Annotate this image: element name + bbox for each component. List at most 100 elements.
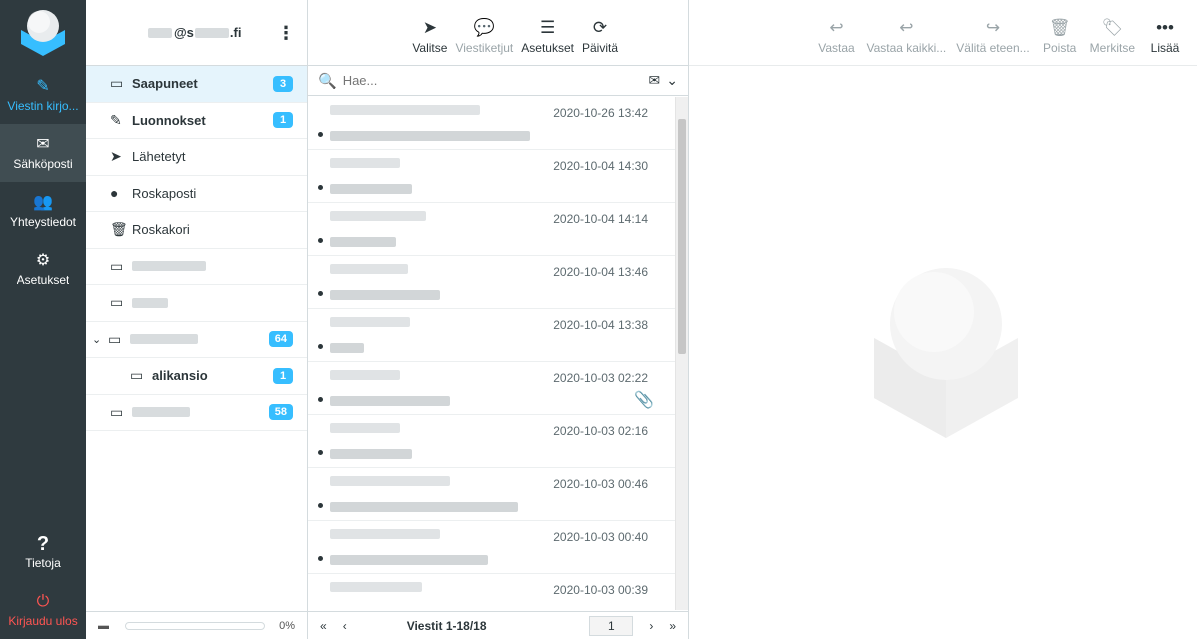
nav-compose[interactable]: ✎ Viestin kirjo... [0,66,86,124]
message-date: 2020-10-03 02:22 [553,371,648,385]
empty-preview-logo [874,266,1018,443]
gear-icon: ⚙ [35,251,51,269]
prev-page-icon[interactable]: ‹ [343,619,347,633]
refresh-label: Päivitä [581,41,618,55]
roundcube-logo[interactable] [0,0,86,66]
storage-icon: ▬ [98,619,109,632]
search-bar: 🔍 ✉ ⌄ [308,66,688,96]
list-options-button[interactable]: ☰ Asetukset [521,18,574,55]
forward-icon: ↪ [985,18,1001,37]
message-row[interactable]: 2020-10-03 02:16 [308,415,676,468]
threads-button[interactable]: 💬 Viestiketjut [455,18,513,55]
message-row[interactable]: 2020-10-03 02:22 📎 [308,362,676,415]
message-row[interactable]: 2020-10-03 00:46 [308,468,676,521]
folder-custom-4[interactable]: ▭ 58 [86,395,307,431]
nav-logout[interactable]: ⏻ Kirjaudu ulos [0,581,86,639]
quota-footer: ▬ 0% [86,611,307,639]
unread-dot [318,185,323,190]
nav-settings-label: Asetukset [16,272,70,287]
folder-custom-1[interactable]: ▭ [86,249,307,285]
reply-button[interactable]: ↩ Vastaa [816,18,856,55]
chevron-down-icon[interactable]: ⌄ [666,72,678,89]
paperclip-icon: 📎 [634,392,654,409]
last-page-icon[interactable]: » [669,619,676,633]
message-date: 2020-10-03 00:39 [553,583,648,597]
unread-badge: 64 [268,331,293,348]
nav-contacts-label: Yhteystiedot [9,214,77,229]
redacted-sender [330,423,400,433]
page-number-input[interactable]: 1 [589,615,634,636]
message-toolbar: ↩ Vastaa ↩ Vastaa kaikki... ↪ Välitä ete… [689,0,1197,66]
message-row[interactable]: 2020-10-03 00:40 [308,521,676,574]
delete-button[interactable]: 🗑 Poista [1040,18,1080,55]
next-page-icon[interactable]: › [649,619,653,633]
trash-icon: 🗑 [1048,18,1071,37]
redacted-sender [330,105,480,115]
message-date: 2020-10-04 13:46 [553,265,648,279]
folder-sent[interactable]: ➤ Lähetetyt [86,139,307,176]
folder-drafts[interactable]: ✎ Luonnokset 1 [86,103,307,139]
redacted-folder-name [132,261,206,272]
search-input[interactable] [342,73,643,88]
message-row[interactable]: 2020-10-04 13:38 [308,309,676,362]
chevron-down-icon[interactable]: ⌄ [92,333,108,346]
select-button[interactable]: ➤ Valitse [412,18,447,55]
folder-inbox[interactable]: ▭ Saapuneet 3 [86,66,307,103]
message-row[interactable]: 2020-10-04 14:14 [308,203,676,256]
folder-subfolder[interactable]: ▭ alikansio 1 [86,358,307,395]
nav-logout-label: Kirjaudu ulos [8,613,78,628]
unread-dot [318,132,323,137]
folder-junk[interactable]: ● Roskaposti [86,176,307,212]
nav-about-label: Tietoja [25,555,61,570]
select-label: Valitse [412,41,448,55]
reply-label: Vastaa [818,41,855,55]
scrollbar-thumb[interactable] [678,119,686,354]
nav-contacts[interactable]: 👥 Yhteystiedot [0,182,86,240]
paper-plane-icon: ➤ [110,148,122,165]
reply-all-button[interactable]: ↩ Vastaa kaikki... [866,18,946,55]
list-options-label: Asetukset [521,41,574,55]
mark-button[interactable]: 🏷 Merkitse [1090,18,1135,55]
main-nav: ✎ Viestin kirjo... ✉ Sähköposti 👥 Yhteys… [0,0,86,639]
account-menu-icon[interactable]: ⋮ [277,24,295,42]
folder-trash[interactable]: 🗑 Roskakori [86,212,307,249]
more-button[interactable]: ••• Lisää [1145,18,1185,55]
contacts-icon: 👥 [33,193,53,211]
nav-mail[interactable]: ✉ Sähköposti [0,124,86,182]
refresh-button[interactable]: ⟳ Päivitä [582,18,618,55]
forward-button[interactable]: ↪ Välitä eteen... [956,18,1029,55]
question-icon: ? [36,532,50,555]
message-list-pane: ➤ Valitse 💬 Viestiketjut ☰ Asetukset ⟳ P… [308,0,689,639]
redacted-subject [330,502,518,512]
nav-settings[interactable]: ⚙ Asetukset [0,240,86,298]
first-page-icon[interactable]: « [320,619,327,633]
message-row[interactable]: 2020-10-03 00:39 [308,574,676,610]
nav-about[interactable]: ? Tietoja [0,523,86,581]
redacted-folder-name [132,297,168,308]
folder-custom-3[interactable]: ⌄ ▭ 64 [86,322,307,358]
message-row[interactable]: 2020-10-04 13:46 [308,256,676,309]
folder-custom-2[interactable]: ▭ [86,285,307,322]
trash-icon: 🗑 [110,221,128,238]
envelope-filter-icon[interactable]: ✉ [649,72,661,89]
message-row[interactable]: 2020-10-04 14:30 [308,150,676,203]
message-date: 2020-10-04 14:30 [553,159,648,173]
reply-all-icon: ↩ [899,18,914,37]
fire-icon: ● [110,185,119,202]
folder-icon: ▭ [130,367,144,384]
nav-compose-label: Viestin kirjo... [7,98,79,113]
account-header: @s .fi ⋮ [86,0,307,66]
mark-label: Merkitse [1089,41,1135,55]
redacted-username [148,27,172,38]
folder-pane: @s .fi ⋮ ▭ Saapuneet 3 ✎ Luonnokset 1 ➤ … [86,0,308,639]
folder-icon: ▭ [108,330,122,347]
forward-label: Välitä eteen... [956,41,1030,55]
redacted-sender [330,582,422,592]
message-list-scrollbar[interactable] [675,97,688,610]
redacted-folder-name [130,334,198,345]
message-date: 2020-10-03 00:40 [553,530,648,544]
message-row[interactable]: 2020-10-26 13:42 [308,97,676,150]
redacted-subject [330,396,450,406]
folder-label: Lähetetyt [132,149,186,165]
folder-label: Roskakori [132,222,190,238]
